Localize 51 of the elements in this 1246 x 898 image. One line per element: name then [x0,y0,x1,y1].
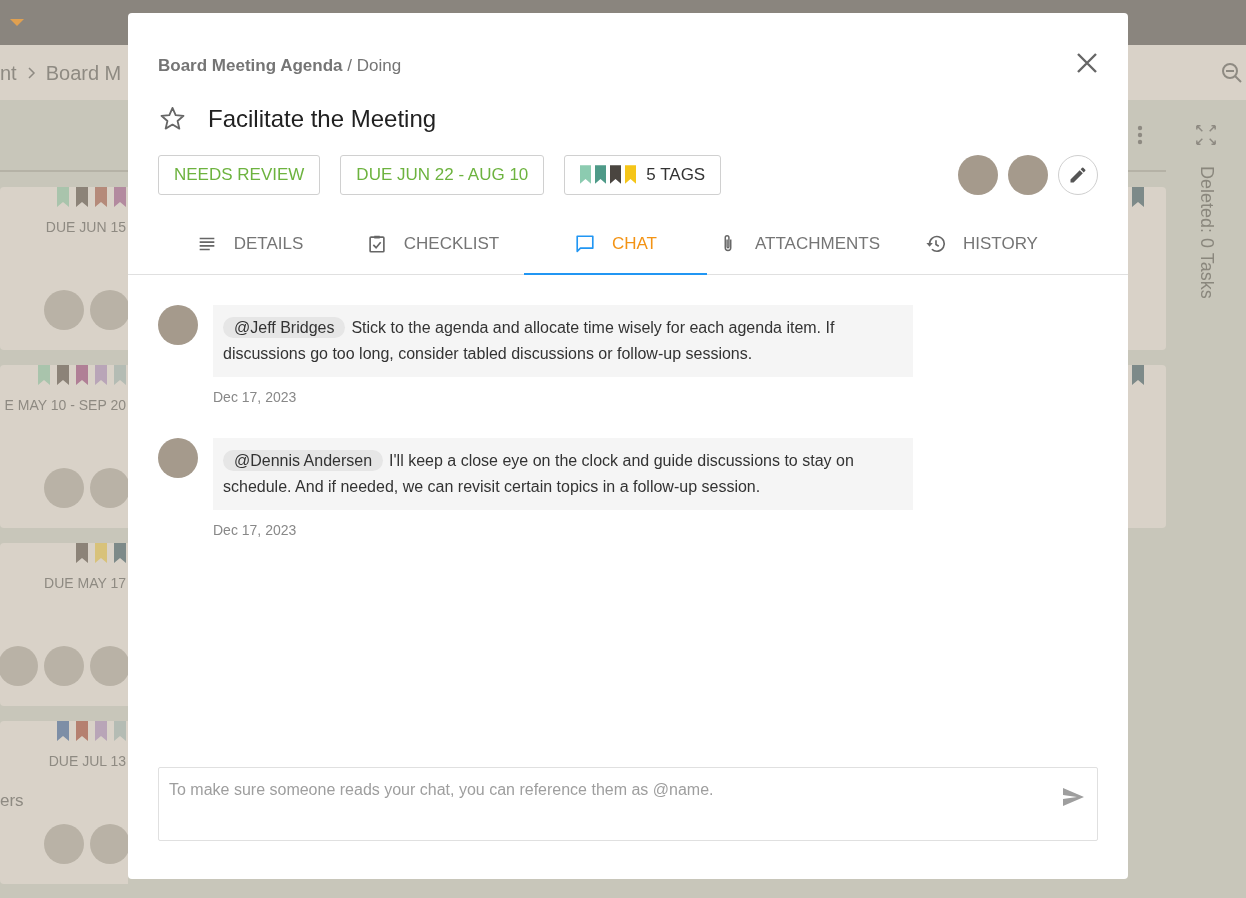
star-icon [158,105,186,132]
zoom-out-icon [1220,60,1244,85]
avatar [158,437,198,478]
close-icon [1075,51,1099,75]
avatar [90,290,128,330]
avatar [0,646,38,686]
chevron-icon [26,66,36,79]
due-date: E MAY 10 - SEP 20 [4,396,126,415]
due-date: DUE JUN 15 [45,218,126,237]
message-date: Dec 17, 2023 [213,520,298,540]
tab[interactable]: CHECKLIST [341,214,524,275]
task-card[interactable]: DUE JUL 13 ers [0,721,128,884]
avatar [158,304,198,345]
chat-message: @Dennis Andersen I'll keep a close eye on the clock and guide discussions to stay on schedule. And if needed, we can revisit certain topics in a follow-up session. [213,437,913,510]
task-card[interactable]: DUE MAY 17 [0,543,128,706]
tab[interactable]: DETAILS [158,214,341,275]
due-date: DUE JUL 13 [48,752,126,771]
breadcrumb-item[interactable]: nt [0,57,17,88]
avatar [44,646,84,686]
due-date-button[interactable]: DUE JUN 22 - AUG 10 [340,154,545,195]
avatar [44,824,84,864]
avatar [90,468,128,508]
task-title: Facilitate the Meeting [208,103,437,134]
tab[interactable]: CHAT [524,214,707,275]
deleted-count: Deleted: 0 Tasks [1195,166,1218,299]
message-input[interactable]: To make sure someone reads your chat, you can reference them as @name. [158,767,1098,841]
avatar [1008,154,1048,195]
status-button[interactable]: NEEDS REVIEW [158,154,321,195]
breadcrumb-item[interactable]: Board M [45,57,122,88]
avatar [44,468,84,508]
tab[interactable]: HISTORY [890,214,1073,275]
avatar [90,824,128,864]
task-card[interactable]: DUE JUN 15 [0,187,128,350]
chat-icon [574,232,596,255]
pencil-icon [1068,164,1088,185]
card-title: ers [0,790,24,812]
dialog-breadcrumb: Board Meeting Agenda / Doing [158,55,402,77]
caret-icon [10,19,24,26]
avatar [44,290,84,330]
tab[interactable]: ATTACHMENTS [707,214,890,275]
due-date: DUE MAY 17 [44,574,126,593]
avatar [958,154,998,195]
chat-message: @Jeff Bridges Stick to the agenda and allocate time wisely for each agenda item. If discussions go too long, consider tabled discussions or follow-up sessions. [213,304,913,377]
avatar [90,646,128,686]
tags-button[interactable]: 5 TAGS [564,154,722,195]
expand-icon [1195,124,1217,146]
more-icon [1137,125,1143,145]
message-date: Dec 17, 2023 [213,387,298,407]
send-icon [1060,785,1086,809]
star-button[interactable] [158,104,186,133]
task-card[interactable]: E MAY 10 - SEP 20 [0,365,128,528]
